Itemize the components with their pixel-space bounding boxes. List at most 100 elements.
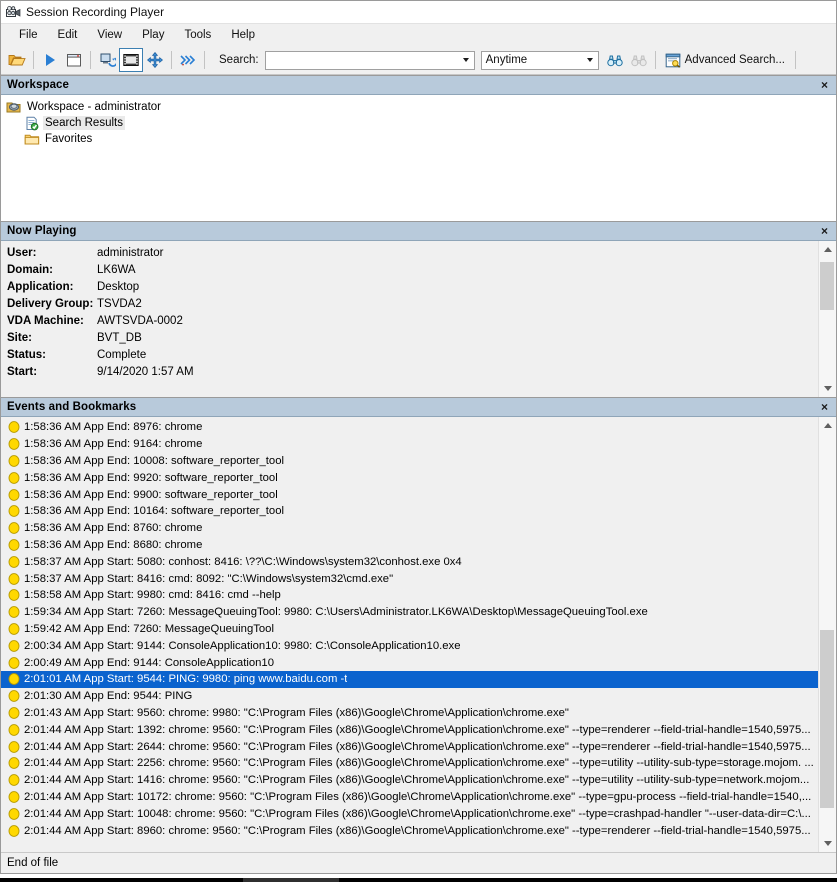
event-row-text: 2:01:44 AM App Start: 2644: chrome: 9560…	[24, 740, 811, 754]
event-bullet-icon	[7, 757, 20, 770]
event-bullet-icon	[7, 656, 20, 669]
event-row[interactable]: 2:00:49 AM App End: 9144: ConsoleApplica…	[1, 654, 818, 671]
event-row[interactable]: 1:58:36 AM App End: 10164: software_repo…	[1, 503, 818, 520]
window-title: Session Recording Player	[26, 5, 164, 19]
event-row[interactable]: 1:58:37 AM App Start: 5080: conhost: 841…	[1, 553, 818, 570]
event-row[interactable]: 1:58:58 AM App Start: 9980: cmd: 8416: c…	[1, 587, 818, 604]
event-row-text: 2:01:44 AM App Start: 2256: chrome: 9560…	[24, 756, 814, 770]
event-bullet-icon	[7, 555, 20, 568]
fast-forward-icon[interactable]	[176, 48, 200, 72]
binoculars-icon[interactable]	[603, 48, 627, 72]
event-row[interactable]: 2:01:44 AM App Start: 2644: chrome: 9560…	[1, 738, 818, 755]
menu-play[interactable]: Play	[132, 27, 174, 43]
event-bullet-icon	[7, 589, 20, 602]
event-row-text: 2:01:44 AM App Start: 8960: chrome: 9560…	[24, 824, 811, 838]
detail-row: Site:BVT_DB	[7, 329, 818, 346]
close-icon[interactable]: ×	[819, 226, 830, 236]
event-row[interactable]: 2:01:44 AM App Start: 1416: chrome: 9560…	[1, 772, 818, 789]
detail-row: Domain:LK6WA	[7, 261, 818, 278]
chevron-down-icon[interactable]	[583, 52, 598, 69]
detail-value: Desktop	[97, 281, 139, 293]
live-session-icon[interactable]	[95, 48, 119, 72]
event-row[interactable]: 2:01:44 AM App Start: 10048: chrome: 956…	[1, 805, 818, 822]
play-icon[interactable]	[38, 48, 62, 72]
event-bullet-icon	[7, 454, 20, 467]
now-playing-scrollbar[interactable]	[818, 241, 836, 397]
time-filter-select[interactable]: Anytime	[481, 51, 599, 70]
detail-value: AWTSVDA-0002	[97, 315, 183, 327]
detail-row: Application:Desktop	[7, 278, 818, 295]
scroll-up-button[interactable]	[819, 417, 836, 434]
event-row[interactable]: 2:01:30 AM App End: 9544: PING	[1, 688, 818, 705]
now-playing-panel-title: Now Playing	[7, 225, 76, 237]
workspace-panel: Workspace × Workspace - administrator	[1, 75, 836, 221]
menu-view[interactable]: View	[87, 27, 132, 43]
tree-item-favorites[interactable]: Favorites	[5, 131, 836, 147]
toolbar-separator	[655, 51, 656, 69]
event-row-text: 1:58:36 AM App End: 8976: chrome	[24, 420, 202, 434]
event-row[interactable]: 1:58:36 AM App End: 9900: software_repor…	[1, 486, 818, 503]
advanced-search-label: Advanced Search...	[685, 54, 785, 66]
event-row[interactable]: 2:01:01 AM App Start: 9544: PING: 9980: …	[1, 671, 818, 688]
tree-item-search-results[interactable]: Search Results	[5, 115, 836, 131]
now-playing-panel-header: Now Playing ×	[1, 222, 836, 241]
menu-file[interactable]: File	[9, 27, 48, 43]
event-row[interactable]: 2:01:44 AM App Start: 8960: chrome: 9560…	[1, 822, 818, 839]
event-bullet-icon	[7, 740, 20, 753]
event-row-text: 2:01:44 AM App Start: 10172: chrome: 956…	[24, 790, 811, 804]
taskbar-active-item[interactable]	[243, 878, 339, 882]
scroll-track[interactable]	[819, 434, 836, 835]
event-row[interactable]: 1:58:37 AM App Start: 8416: cmd: 8092: "…	[1, 570, 818, 587]
event-row[interactable]: 2:01:43 AM App Start: 9560: chrome: 9980…	[1, 705, 818, 722]
detail-key: Site:	[7, 332, 97, 344]
event-bullet-icon	[7, 774, 20, 787]
folder-icon	[23, 131, 41, 147]
toolbar-separator	[171, 51, 172, 69]
desktop-taskbar-strip	[0, 874, 837, 882]
menu-help[interactable]: Help	[221, 27, 265, 43]
chevron-down-icon[interactable]	[459, 52, 474, 69]
event-row[interactable]: 1:58:36 AM App End: 8760: chrome	[1, 520, 818, 537]
event-row-text: 1:58:36 AM App End: 10164: software_repo…	[24, 504, 284, 518]
scroll-track[interactable]	[819, 258, 836, 380]
close-icon[interactable]: ×	[819, 80, 830, 90]
events-list[interactable]: 1:58:36 AM App End: 8976: chrome 1:58:36 …	[1, 417, 818, 852]
event-row[interactable]: 1:58:36 AM App End: 8680: chrome	[1, 537, 818, 554]
event-row[interactable]: 2:00:34 AM App Start: 9144: ConsoleAppli…	[1, 637, 818, 654]
event-bullet-icon	[7, 790, 20, 803]
event-bullet-icon	[7, 622, 20, 635]
detail-value: BVT_DB	[97, 332, 142, 344]
event-row[interactable]: 1:59:42 AM App End: 7260: MessageQueuing…	[1, 621, 818, 638]
events-scrollbar[interactable]	[818, 417, 836, 852]
scroll-thumb[interactable]	[820, 262, 834, 310]
recorder-camera-icon	[5, 4, 23, 20]
pan-move-icon[interactable]	[143, 48, 167, 72]
scroll-down-button[interactable]	[819, 835, 836, 852]
event-row-text: 1:58:37 AM App Start: 5080: conhost: 841…	[24, 555, 462, 569]
tree-item-workspace[interactable]: Workspace - administrator	[5, 99, 836, 115]
event-row[interactable]: 1:58:36 AM App End: 9920: software_repor…	[1, 469, 818, 486]
scroll-up-button[interactable]	[819, 241, 836, 258]
stop-window-icon[interactable]	[62, 48, 86, 72]
event-row[interactable]: 2:01:44 AM App Start: 1392: chrome: 9560…	[1, 721, 818, 738]
status-text: End of file	[7, 857, 58, 869]
event-row[interactable]: 2:01:44 AM App Start: 10172: chrome: 956…	[1, 789, 818, 806]
event-row-text: 1:58:36 AM App End: 9920: software_repor…	[24, 471, 278, 485]
advanced-search-button[interactable]: Advanced Search...	[660, 49, 789, 71]
event-row-text: 1:59:34 AM App Start: 7260: MessageQueui…	[24, 605, 648, 619]
event-row[interactable]: 2:01:44 AM App Start: 2256: chrome: 9560…	[1, 755, 818, 772]
scroll-thumb[interactable]	[820, 630, 834, 808]
scroll-down-button[interactable]	[819, 380, 836, 397]
open-folder-icon[interactable]	[5, 48, 29, 72]
event-row[interactable]: 1:58:36 AM App End: 10008: software_repo…	[1, 453, 818, 470]
search-label: Search:	[219, 54, 259, 66]
search-input[interactable]	[265, 51, 475, 70]
close-icon[interactable]: ×	[819, 402, 830, 412]
event-row[interactable]: 1:58:36 AM App End: 8976: chrome	[1, 419, 818, 436]
film-strip-icon[interactable]	[119, 48, 143, 72]
event-row[interactable]: 1:58:36 AM App End: 9164: chrome	[1, 436, 818, 453]
event-row[interactable]: 1:59:34 AM App Start: 7260: MessageQueui…	[1, 604, 818, 621]
menu-edit[interactable]: Edit	[48, 27, 88, 43]
detail-key: Application:	[7, 281, 97, 293]
menu-tools[interactable]: Tools	[174, 27, 221, 43]
